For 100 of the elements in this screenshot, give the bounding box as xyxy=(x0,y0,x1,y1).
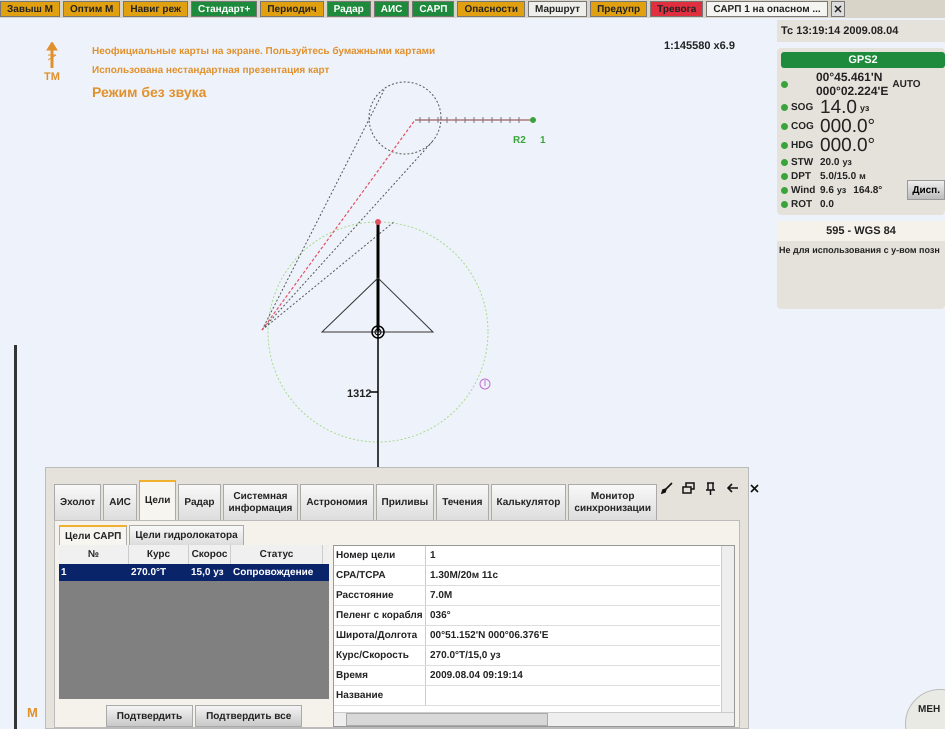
sensor-value: 000.0° xyxy=(820,116,876,138)
detail-label: Номер цели xyxy=(334,546,426,565)
vertical-scrollbar[interactable] xyxy=(721,546,734,712)
pin-icon xyxy=(705,482,716,494)
subtab[interactable]: Цели гидролокатора xyxy=(129,525,244,545)
status-dot xyxy=(781,80,788,88)
position-mode: AUTO xyxy=(892,78,921,90)
datum-label: 595 - WGS 84 xyxy=(777,221,945,241)
sensor-label: Wind xyxy=(791,184,816,196)
restore-icon xyxy=(682,482,696,494)
sensor-value: 14.0 xyxy=(820,96,857,118)
mode-button[interactable]: Завыш М xyxy=(0,1,60,17)
confirm-button[interactable]: Подтвердить xyxy=(106,705,194,727)
panel-tab[interactable]: Эхолот xyxy=(54,484,102,520)
status-dot xyxy=(781,104,788,111)
close-icon xyxy=(750,484,760,492)
mode-button[interactable]: Маршрут xyxy=(528,1,588,17)
table-cell-text: 15,0 уз xyxy=(190,566,225,580)
datum-note: Не для использования с у-вом позн xyxy=(778,244,941,257)
sensor-label: COG xyxy=(791,121,815,132)
clock: Тс 13:19:14 2009.08.04 xyxy=(777,20,945,42)
mode-button[interactable]: Радар xyxy=(326,1,371,17)
table-cell-text: 270.0°T xyxy=(130,566,168,580)
status-dot xyxy=(781,158,788,166)
sensor-label: STW xyxy=(791,156,814,168)
detail-label: Название xyxy=(334,686,426,705)
detail-value: 00°51.152'N 000°06.376'E xyxy=(429,629,550,643)
panel-tab[interactable]: Течения xyxy=(436,484,488,520)
chart-scale: 1:145580 x6.9 xyxy=(664,40,735,52)
left-arrow-icon xyxy=(727,483,738,493)
sensor-value: 20.0 xyxy=(820,156,840,168)
display-button[interactable]: Дисп. xyxy=(907,180,945,200)
mode-button[interactable]: Предупр xyxy=(590,1,648,17)
menu-button[interactable]: МЕН xyxy=(905,689,945,729)
brush-icon xyxy=(660,482,673,494)
detail-label: Широта/Долгота xyxy=(334,626,426,645)
latitude: 00°45.461'N xyxy=(816,70,884,84)
status-dot xyxy=(781,200,788,208)
mode-button[interactable]: САРП 1 на опасном ... xyxy=(706,1,828,17)
restore-button[interactable] xyxy=(680,480,697,496)
subtab[interactable]: Цели САРП xyxy=(59,525,128,545)
sensor-label: DPT xyxy=(791,170,812,182)
range-label: 1312 xyxy=(347,388,372,400)
chart-warning: Неофициальные карты на экране. Пользуйтесь бумажными картами xyxy=(92,45,436,59)
unit-label: уз xyxy=(860,102,870,112)
close-icon xyxy=(834,5,842,13)
table-cell-text: 1 xyxy=(60,566,68,580)
sensor-value: 9.6 xyxy=(820,184,834,196)
horizontal-scrollbar[interactable] xyxy=(334,712,734,726)
longitude: 000°02.224'E xyxy=(816,84,888,98)
unit-label: м xyxy=(859,171,866,181)
detail-label: Курс/Скорость xyxy=(334,646,426,665)
mode-button[interactable]: САРП xyxy=(412,1,454,17)
detail-value: 2009.08.04 09:19:14 xyxy=(429,669,524,683)
detail-value: 270.0°T/15,0 уз xyxy=(429,649,502,663)
mode-indicator: M xyxy=(27,705,38,720)
panel-tab[interactable]: АИС xyxy=(103,484,137,520)
sensor-label: ROT xyxy=(791,198,814,210)
sensor-value: 0.0 xyxy=(820,198,834,210)
panel-tab[interactable]: Монитор синхронизации xyxy=(568,484,657,520)
mode-button[interactable]: АИС xyxy=(374,1,410,17)
detail-value: 1 xyxy=(429,549,437,563)
status-dot xyxy=(781,142,788,149)
sensor-value: 164.8° xyxy=(853,184,882,196)
mode-button[interactable]: Периодич xyxy=(260,1,324,17)
unit-label: уз xyxy=(842,157,852,167)
panel-tab[interactable]: Калькулятор xyxy=(490,484,566,520)
panel-tab[interactable]: Приливы xyxy=(376,484,434,520)
confirm-button[interactable]: Подтвердить все xyxy=(195,705,302,727)
sensor-label: HDG xyxy=(791,140,814,151)
sensor-value: 5.0/15.0 xyxy=(820,170,856,182)
mode-button[interactable]: Навиг реж xyxy=(123,1,188,17)
brush-button[interactable] xyxy=(658,480,675,496)
panel-tab[interactable]: Системная информация xyxy=(222,484,298,520)
detail-label: Время xyxy=(334,666,426,685)
mode-button[interactable]: Опасности xyxy=(457,1,526,17)
detail-value: 036° xyxy=(429,609,452,623)
panel-tab[interactable]: Радар xyxy=(178,484,221,520)
panel-tab[interactable]: Астрономия xyxy=(300,484,374,520)
status-dot xyxy=(781,172,788,180)
unit-label: уз xyxy=(836,185,846,195)
detail-value: 1.30M/20м 11с xyxy=(429,569,500,583)
panel-tab[interactable]: Цели xyxy=(138,480,176,520)
detail-label: CPA/TCPA xyxy=(334,566,426,585)
mode-button[interactable]: Стандарт+ xyxy=(191,1,258,17)
sensor-label: GPS2 xyxy=(781,52,945,68)
mode-button[interactable]: Оптим М xyxy=(62,1,120,17)
sensor-value: 000.0° xyxy=(820,134,876,156)
sound-mode-label: Режим без звука xyxy=(92,84,206,100)
route-leg-label: 1 xyxy=(540,135,546,146)
target-row[interactable]: 1 270.0°T 15,0 уз Сопровождение xyxy=(59,564,329,581)
close-button[interactable] xyxy=(830,1,845,17)
mode-button[interactable]: Тревога xyxy=(650,1,704,17)
chart-warning: Использована нестандартная презентация карт xyxy=(92,64,330,78)
route-label: R2 xyxy=(513,135,526,146)
north-label: ТМ xyxy=(44,71,60,83)
detail-value: 7.0M xyxy=(429,589,454,603)
sensor-label: SOG xyxy=(791,102,814,113)
status-dot xyxy=(781,186,788,194)
status-dot xyxy=(781,123,788,130)
